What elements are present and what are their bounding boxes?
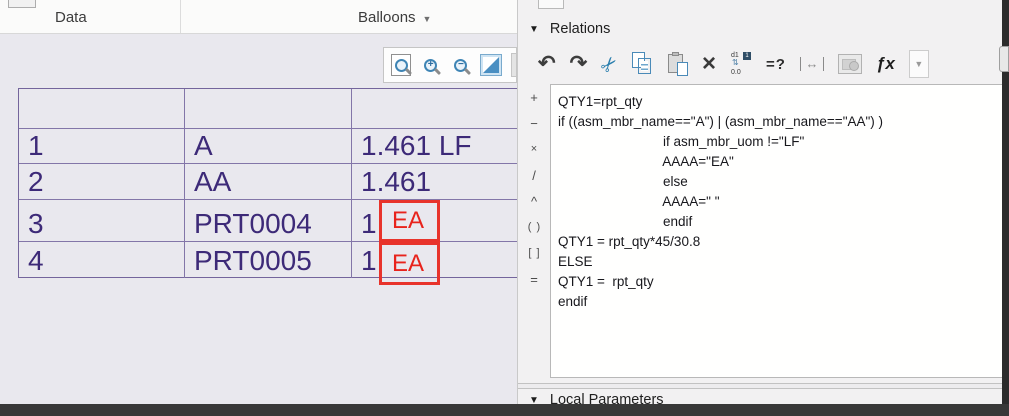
code-line: ELSE: [558, 254, 593, 269]
redo-icon: ↷: [569, 52, 588, 75]
verify-icon: =?: [766, 55, 786, 73]
panel-button-partial[interactable]: [538, 0, 564, 9]
code-line: AAAA=" ": [558, 194, 720, 209]
functions-button[interactable]: ƒx: [876, 50, 895, 78]
window-bottom-edge: [0, 404, 1009, 416]
ribbon-group-data-label: Data: [55, 9, 87, 26]
table-row[interactable]: 4 PRT0005 1: [19, 242, 517, 278]
panel-splitter[interactable]: [518, 383, 1003, 389]
cell-qty: 1.461: [361, 166, 432, 197]
paste-button[interactable]: [667, 50, 688, 78]
cell-index: 3: [19, 200, 185, 241]
code-line: endif: [558, 294, 588, 309]
table-header-row: [19, 89, 517, 129]
functions-dropdown-button[interactable]: ▼: [908, 50, 929, 78]
redo-button[interactable]: ↷: [570, 50, 588, 78]
toolbar-clipped-icon[interactable]: [511, 53, 516, 77]
op-plus[interactable]: +: [519, 84, 550, 110]
magnifier-plus-icon: +: [424, 58, 438, 72]
switch-dimensions-icon: d1 ⇅ 0.0 1: [730, 52, 752, 76]
cell-name: A: [185, 129, 352, 163]
units-icon: ↔: [799, 57, 824, 71]
diagonal-split-icon: [480, 54, 503, 76]
balloons-label: Balloons: [358, 9, 416, 26]
annotation-box-ea-2: EA: [379, 242, 440, 285]
switch-dimensions-button[interactable]: d1 ⇅ 0.0 1: [730, 50, 752, 78]
table-preview-pane: + − 1 A 1.461 LF 2 AA 1.461 3 PRT0004 1 …: [0, 34, 518, 405]
op-parentheses[interactable]: ( ): [519, 214, 550, 240]
annotation-box-ea-1: EA: [379, 200, 440, 242]
magnifier-minus-icon: −: [454, 58, 468, 72]
relations-code-editor[interactable]: QTY1=rpt_qty if ((asm_mbr_name=="A") | (…: [550, 84, 1002, 378]
zoom-region-icon[interactable]: [391, 54, 412, 76]
undo-icon: ↶: [538, 52, 556, 75]
copy-button[interactable]: [631, 50, 654, 78]
ribbon-group-divider: [180, 0, 181, 33]
undo-button[interactable]: ↶: [538, 50, 556, 78]
ribbon-button-partial[interactable]: [8, 0, 36, 8]
delete-x-icon: ×: [701, 50, 716, 77]
cell-qty: 1.461 LF: [361, 130, 472, 161]
uom-ea-red: EA: [392, 249, 425, 277]
code-line: if ((asm_mbr_name=="A") | (asm_mbr_name=…: [558, 114, 884, 129]
operator-palette: + − × / ^ ( ) [ ] =: [519, 84, 550, 292]
code-line: endif: [558, 214, 693, 229]
relations-section-header[interactable]: ▼ Relations: [529, 21, 610, 37]
collapse-triangle-icon: ▼: [529, 23, 539, 35]
magnifier-icon: [394, 58, 408, 72]
code-line: QTY1 = rpt_qty: [558, 274, 654, 289]
report-image-icon: [837, 54, 862, 74]
chevron-down-icon: ▼: [422, 13, 432, 24]
op-power[interactable]: ^: [519, 188, 550, 214]
relations-title: Relations: [549, 21, 611, 37]
chevron-down-icon: ▼: [914, 59, 924, 69]
units-button[interactable]: ↔: [799, 50, 824, 78]
table-row[interactable]: 2 AA 1.461: [19, 164, 517, 200]
update-view-icon[interactable]: [480, 53, 503, 77]
table-row[interactable]: 1 A 1.461 LF: [19, 129, 517, 164]
op-multiply[interactable]: ×: [519, 136, 550, 162]
zoom-out-icon[interactable]: −: [450, 53, 471, 77]
code-line: QTY1 = rpt_qty*45/30.8: [558, 234, 701, 249]
cell-index: 2: [19, 164, 185, 199]
op-brackets[interactable]: [ ]: [519, 240, 550, 266]
paste-icon: [667, 52, 688, 76]
cell-index: 1: [19, 129, 185, 163]
scissors-icon: ✂: [596, 50, 624, 78]
bom-table: 1 A 1.461 LF 2 AA 1.461 3 PRT0004 1 4 PR…: [18, 88, 518, 278]
delete-button[interactable]: ×: [702, 50, 716, 78]
code-line: QTY1=rpt_qty: [558, 94, 643, 109]
cell-name: PRT0005: [185, 242, 352, 278]
edge-button-partial[interactable]: [999, 46, 1009, 72]
code-line: if asm_mbr_uom !="LF": [558, 134, 805, 149]
relations-panel: ▼ Relations ↶ ↷ ✂ × d1 ⇅ 0.0 1 =? ↔ ƒx ▼…: [517, 0, 1003, 416]
uom-ea-red: EA: [392, 207, 425, 234]
report-button[interactable]: [837, 50, 862, 78]
op-divide[interactable]: /: [519, 162, 550, 188]
relations-toolbar: ↶ ↷ ✂ × d1 ⇅ 0.0 1 =? ↔ ƒx ▼: [538, 46, 929, 82]
op-minus[interactable]: −: [519, 110, 550, 136]
table-row[interactable]: 3 PRT0004 1: [19, 200, 517, 242]
zoom-in-icon[interactable]: +: [420, 53, 441, 77]
copy-icon: [631, 52, 654, 76]
cell-name: AA: [185, 164, 352, 199]
cut-button[interactable]: ✂: [596, 50, 624, 78]
ribbon-bar: Data Balloons ▼: [0, 0, 517, 34]
cell-name: PRT0004: [185, 200, 352, 241]
code-line: AAAA="EA": [558, 154, 734, 169]
op-equals[interactable]: =: [519, 266, 550, 292]
verify-button[interactable]: =?: [766, 50, 786, 78]
ribbon-group-balloons[interactable]: Balloons ▼: [358, 9, 431, 26]
code-line: else: [558, 174, 688, 189]
cell-index: 4: [19, 242, 185, 278]
fx-icon: ƒx: [875, 54, 895, 73]
table-zoom-toolbar: + −: [383, 47, 517, 83]
